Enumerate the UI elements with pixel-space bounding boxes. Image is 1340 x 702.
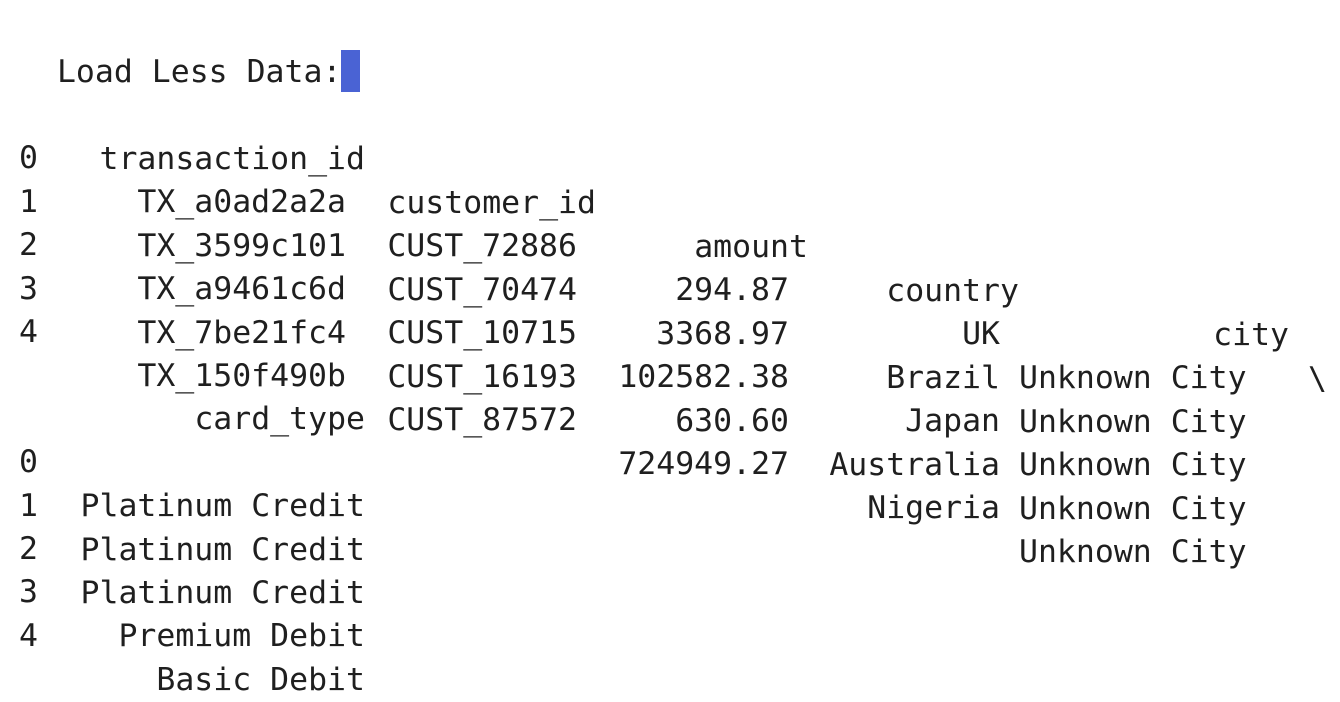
- table-row: 0 Platinum Credit: [19, 396, 365, 524]
- cell-transaction-id: TX_a0ad2a2a: [137, 184, 346, 220]
- cell-country: Brazil: [886, 360, 1000, 396]
- table-row: 4 TX_150f490b CUST_87572 724949.27 Niger…: [19, 266, 1247, 570]
- cell-transaction-id: TX_150f490b: [137, 358, 346, 394]
- column-header-country: country: [886, 273, 1019, 309]
- table-row: 2 Platinum Credit: [19, 483, 365, 611]
- cell-city: Unknown City: [1019, 491, 1247, 527]
- row-index: 4: [19, 314, 38, 350]
- column-header-customer-id: customer_id: [387, 185, 596, 221]
- prompt-label: Load Less Data:: [56, 54, 342, 90]
- cell-transaction-id: TX_a9461c6d: [137, 271, 346, 307]
- table2-header-row: card_type: [19, 353, 365, 437]
- cell-card-type: Basic Debit: [156, 662, 365, 698]
- column-header-amount: amount: [694, 229, 808, 265]
- continuation-marker: \: [1308, 361, 1327, 397]
- cell-customer-id: CUST_16193: [387, 359, 577, 395]
- cell-amount: 102582.38: [618, 359, 789, 395]
- cell-amount: 630.60: [675, 403, 789, 439]
- cell-amount: 3368.97: [656, 316, 789, 352]
- cell-card-type: Platinum Credit: [80, 488, 365, 524]
- column-header-city: city: [1213, 317, 1289, 353]
- cell-customer-id: CUST_70474: [387, 272, 577, 308]
- cell-amount: 724949.27: [618, 446, 789, 482]
- table1-header-row: transaction_id customer_id amount countr…: [19, 49, 1326, 397]
- row-index: 4: [19, 618, 38, 654]
- cell-card-type: Platinum Credit: [80, 532, 365, 568]
- cell-customer-id: CUST_72886: [387, 228, 577, 264]
- table-row: 0 TX_a0ad2a2a CUST_72886 294.87 UK Unkno…: [19, 92, 1247, 396]
- table-row: 4 Basic Debit: [19, 570, 365, 698]
- table-row: 3 TX_7be21fc4 CUST_16193 630.60 Australi…: [19, 223, 1247, 527]
- cell-transaction-id: TX_3599c101: [137, 228, 346, 264]
- column-header-transaction-id: transaction_id: [99, 141, 365, 177]
- cell-customer-id: CUST_10715: [387, 315, 577, 351]
- cell-transaction-id: TX_7be21fc4: [137, 315, 346, 351]
- column-header-card-type: card_type: [194, 401, 365, 437]
- cell-country: Nigeria: [867, 490, 1000, 526]
- cell-card-type: Platinum Credit: [80, 575, 365, 611]
- cell-customer-id: CUST_87572: [387, 402, 577, 438]
- prompt-line[interactable]: Load Less Data:: [19, 6, 361, 92]
- table-row: 1 Platinum Credit: [19, 440, 365, 568]
- text-cursor: [341, 50, 361, 92]
- cell-city: Unknown City: [1019, 360, 1247, 396]
- cell-country: Japan: [905, 403, 1000, 439]
- cell-country: Australia: [829, 447, 1000, 483]
- cell-city: Unknown City: [1019, 447, 1247, 483]
- table-row: 2 TX_a9461c6d CUST_10715 102582.38 Japan…: [19, 179, 1247, 483]
- cell-city: Unknown City: [1019, 404, 1247, 440]
- cell-country: UK: [962, 316, 1000, 352]
- table-row: 3 Premium Debit: [19, 526, 365, 654]
- cell-city: Unknown City: [1019, 534, 1247, 570]
- cell-card-type: Premium Debit: [118, 618, 365, 654]
- cell-amount: 294.87: [675, 272, 789, 308]
- table-row: 1 TX_3599c101 CUST_70474 3368.97 Brazil …: [19, 136, 1247, 440]
